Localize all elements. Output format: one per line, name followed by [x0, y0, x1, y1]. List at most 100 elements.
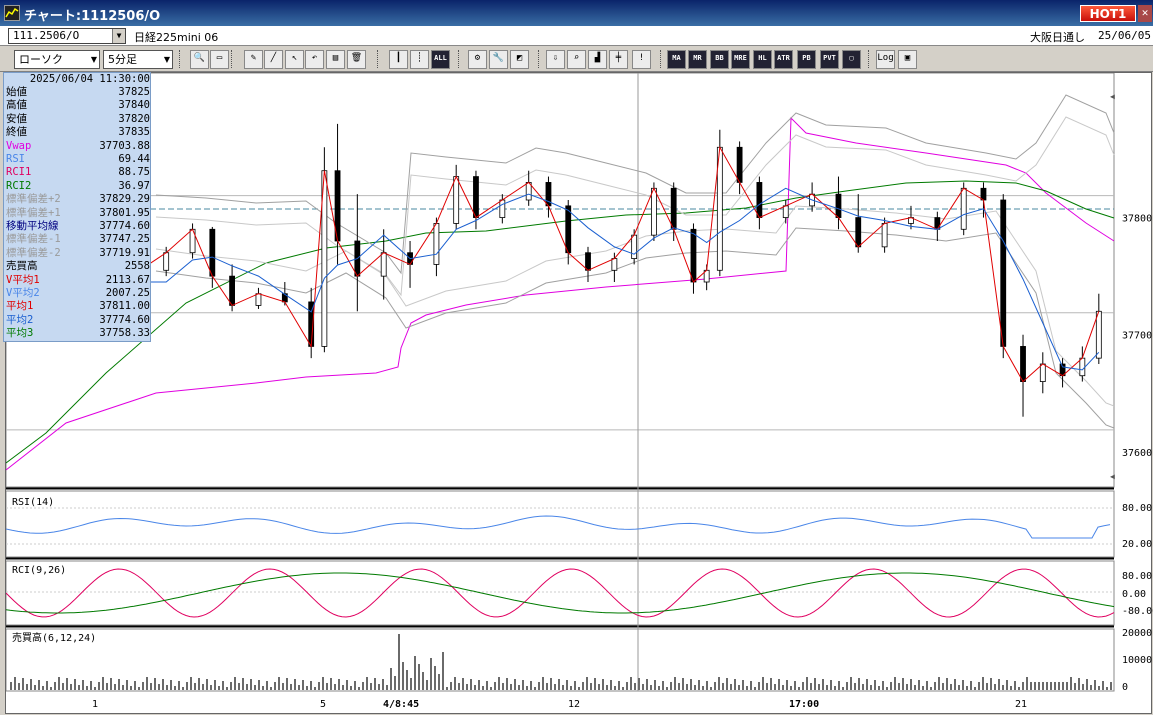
volume-bar — [442, 652, 444, 690]
toolbar-grip[interactable] — [538, 50, 542, 68]
scroll-down-icon: ◀ — [1110, 472, 1115, 481]
toolbar-grip[interactable] — [179, 50, 183, 68]
volume-bar — [102, 677, 104, 690]
toolbar-grip[interactable] — [377, 50, 381, 68]
window-icon[interactable]: ▭ — [210, 50, 229, 69]
pvt-icon[interactable]: PVT — [820, 50, 839, 69]
volume-bar — [898, 683, 900, 690]
memo-icon[interactable]: ▤ — [326, 50, 345, 69]
volume-bar — [434, 666, 436, 690]
candle-body — [670, 187, 677, 230]
volume-bar — [426, 680, 428, 690]
hot-badge[interactable]: HOT1 — [1080, 5, 1136, 22]
line-icon[interactable]: ╱ — [264, 50, 283, 69]
info-value: 37774.60 — [99, 220, 150, 232]
atr-icon[interactable]: ATR — [774, 50, 793, 69]
volume-bar — [918, 680, 920, 690]
volume-bar — [382, 679, 384, 690]
box-icon[interactable]: ▢ — [842, 50, 861, 69]
info-row: 始値 37825 — [6, 86, 150, 99]
toolbar-grip[interactable] — [458, 50, 462, 68]
chevron-down-icon[interactable]: ▼ — [112, 29, 125, 43]
volume-bar — [1070, 677, 1072, 690]
chart-canvas[interactable]: 37800 37700 37600 ◀ ◀ RSI(14) 80.00 20.00 RCI(9,… — [6, 73, 1153, 715]
volume-bar — [1086, 679, 1088, 690]
disabled-icon[interactable]: ! — [632, 50, 651, 69]
volume-bar — [934, 682, 936, 690]
mr-icon[interactable]: MR — [688, 50, 707, 69]
undo-icon[interactable]: ↶ — [305, 50, 324, 69]
volume-bar — [210, 685, 212, 690]
candle-body — [1095, 310, 1102, 359]
volume-bar — [734, 679, 736, 690]
settings-icon[interactable]: ⚙ — [468, 50, 487, 69]
info-label: RSI — [6, 153, 25, 165]
candle-body — [855, 217, 862, 248]
volume-bar — [394, 676, 396, 690]
trash-icon[interactable]: 🗑 — [347, 50, 366, 69]
mre-icon[interactable]: MRE — [731, 50, 750, 69]
pen-icon[interactable]: ✎ — [244, 50, 263, 69]
symbol-code-input[interactable]: 111.2506/O — [8, 28, 126, 44]
interval-value: 5分足 — [108, 53, 137, 66]
chart-app-icon — [4, 5, 20, 21]
info-label: 移動平均線 — [6, 220, 59, 232]
volume-bar — [730, 684, 732, 690]
window-title-bar[interactable]: チャート:1112506/O — [0, 0, 1153, 26]
rci-panel-title: RCI(9,26) — [12, 565, 66, 576]
palette-icon[interactable]: ◩ — [510, 50, 529, 69]
download-icon[interactable]: ⇩ — [546, 50, 565, 69]
toolbar-grip[interactable] — [868, 50, 872, 68]
volume-bar — [466, 684, 468, 690]
volume-bar — [862, 684, 864, 690]
volume-bar — [162, 679, 164, 690]
volume-bar — [18, 683, 20, 690]
volume-bar — [562, 685, 564, 690]
info-label: V平均2 — [6, 287, 40, 299]
toolbar-grip[interactable] — [660, 50, 664, 68]
volume-bar — [678, 683, 680, 690]
close-icon[interactable]: ✕ — [1138, 5, 1152, 22]
candle-icon[interactable]: ┃ — [389, 50, 408, 69]
export-icon[interactable]: ▣ — [898, 50, 917, 69]
chart-icon[interactable]: ▟ — [588, 50, 607, 69]
info-value: 37703.88 — [99, 139, 150, 152]
toolbar-grip[interactable] — [231, 50, 235, 68]
ma-icon[interactable]: MA — [667, 50, 686, 69]
pb-icon[interactable]: PB — [797, 50, 816, 69]
volume-bar — [682, 678, 684, 690]
split-icon[interactable]: ╪ — [609, 50, 628, 69]
volume-bar — [450, 682, 452, 690]
volume-bar — [966, 686, 968, 690]
chart-area[interactable]: 37800 37700 37600 ◀ ◀ RSI(14) 80.00 20.00 RCI(9,… — [5, 72, 1153, 715]
volume-bar — [150, 683, 152, 690]
volume-bar — [794, 681, 796, 690]
search-chart-icon[interactable]: ⌕ — [567, 50, 586, 69]
volume-bar — [154, 678, 156, 690]
candle-body — [690, 228, 697, 283]
zoom-icon[interactable]: 🔍 — [190, 50, 209, 69]
candle-body — [585, 252, 591, 271]
volume-bar — [978, 682, 980, 690]
volume-bar — [42, 686, 44, 690]
bb-icon[interactable]: BB — [710, 50, 729, 69]
hl-icon[interactable]: HL — [753, 50, 772, 69]
volume-bar — [322, 677, 324, 690]
volume-bar — [990, 678, 992, 690]
volume-bar — [1062, 682, 1064, 690]
volume-bar — [234, 677, 236, 690]
volume-bar — [314, 687, 316, 690]
bar-icon[interactable]: ┊ — [410, 50, 429, 69]
interval-select[interactable]: 5分足 ▼ — [103, 50, 173, 69]
volume-bar — [362, 682, 364, 690]
volume-bar — [826, 685, 828, 690]
all-icon[interactable]: ALL — [431, 50, 450, 69]
wrench-icon[interactable]: 🔧 — [489, 50, 508, 69]
volume-bar — [982, 677, 984, 690]
cursor-icon[interactable]: ↖ — [285, 50, 304, 69]
volume-bar — [1054, 682, 1056, 690]
log-icon[interactable]: Log — [876, 50, 895, 69]
chart-type-select[interactable]: ローソク ▼ — [14, 50, 100, 69]
volume-bar — [266, 681, 268, 690]
volume-bar — [830, 680, 832, 690]
